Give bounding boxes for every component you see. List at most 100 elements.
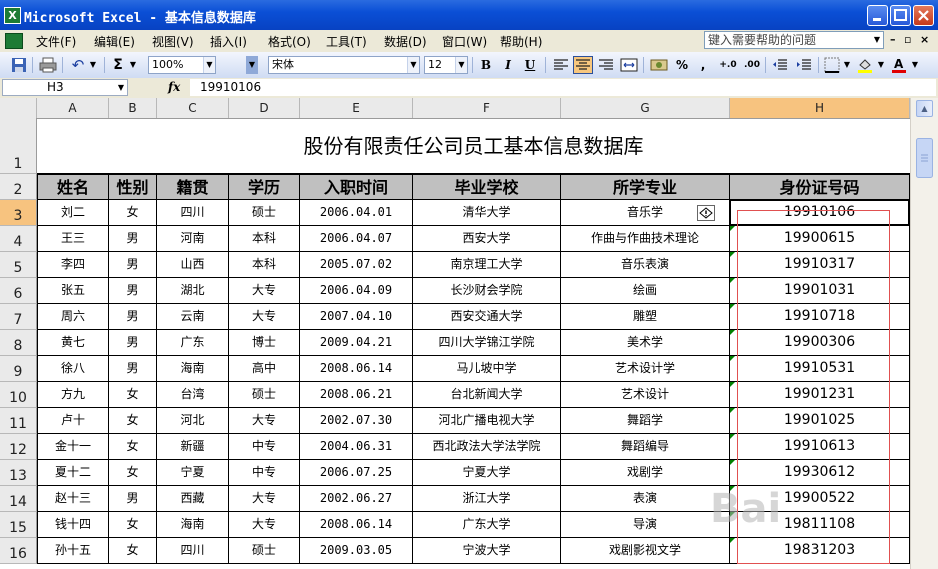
table-cell[interactable]: 19910317 xyxy=(730,252,910,278)
table-cell[interactable]: 男 xyxy=(109,278,157,304)
table-cell[interactable]: 大专 xyxy=(229,512,300,538)
table-cell[interactable]: 宁夏 xyxy=(157,460,229,486)
table-cell[interactable]: 河北广播电视大学 xyxy=(413,408,561,434)
table-cell[interactable]: 导演 xyxy=(561,512,730,538)
row-header-14[interactable]: 14 xyxy=(0,486,37,512)
table-cell[interactable]: 周六 xyxy=(37,304,109,330)
table-cell[interactable]: 张五 xyxy=(37,278,109,304)
font-color-icon[interactable]: A xyxy=(890,56,908,74)
table-cell[interactable]: 大专 xyxy=(229,278,300,304)
percent-button[interactable]: % xyxy=(674,56,690,74)
table-cell[interactable]: 2002.07.30 xyxy=(300,408,413,434)
table-cell[interactable]: 19900615 xyxy=(730,226,910,252)
column-header-c[interactable]: C xyxy=(157,98,229,118)
select-all-corner[interactable] xyxy=(0,98,37,118)
header-cell[interactable]: 所学专业 xyxy=(561,174,730,200)
font-name-select[interactable]: 宋体 ▼ xyxy=(268,56,420,74)
save-icon[interactable] xyxy=(10,56,28,74)
table-cell[interactable]: 台北新闻大学 xyxy=(413,382,561,408)
column-header-a[interactable]: A xyxy=(37,98,109,118)
sheet-title-cell[interactable]: 股份有限责任公司员工基本信息数据库 xyxy=(37,118,910,174)
row-header-6[interactable]: 6 xyxy=(0,278,37,304)
table-cell[interactable]: 山西 xyxy=(157,252,229,278)
fill-color-icon[interactable] xyxy=(856,56,874,74)
table-cell[interactable]: 西安大学 xyxy=(413,226,561,252)
table-cell[interactable]: 19811108 xyxy=(730,512,910,538)
autosum-dropdown-icon[interactable]: ▼ xyxy=(128,56,138,74)
row-header-15[interactable]: 15 xyxy=(0,512,37,538)
column-header-e[interactable]: E xyxy=(300,98,413,118)
table-cell[interactable]: 19900306 xyxy=(730,330,910,356)
header-cell[interactable]: 入职时间 xyxy=(300,174,413,200)
row-header-13[interactable]: 13 xyxy=(0,460,37,486)
table-cell[interactable]: 2009.04.21 xyxy=(300,330,413,356)
currency-icon[interactable] xyxy=(649,56,671,74)
table-cell[interactable]: 南京理工大学 xyxy=(413,252,561,278)
table-cell[interactable]: 2006.04.07 xyxy=(300,226,413,252)
menu-edit[interactable]: 编辑(E) xyxy=(94,33,135,50)
header-cell[interactable]: 籍贯 xyxy=(157,174,229,200)
table-cell[interactable]: 高中 xyxy=(229,356,300,382)
column-header-d[interactable]: D xyxy=(229,98,300,118)
doc-restore-icon[interactable]: ▫ xyxy=(904,33,911,46)
autosum-icon[interactable]: Σ xyxy=(110,56,126,74)
column-header-b[interactable]: B xyxy=(109,98,157,118)
table-cell[interactable]: 云南 xyxy=(157,304,229,330)
table-cell[interactable]: 绘画 xyxy=(561,278,730,304)
row-header-1[interactable]: 1 xyxy=(0,118,37,174)
table-cell[interactable]: 刘二 xyxy=(37,200,109,226)
table-cell[interactable]: 戏剧学 xyxy=(561,460,730,486)
table-cell[interactable]: 19910718 xyxy=(730,304,910,330)
table-cell[interactable]: 钱十四 xyxy=(37,512,109,538)
chevron-down-icon[interactable]: ▼ xyxy=(455,57,467,73)
table-cell[interactable]: 戏剧影视文学 xyxy=(561,538,730,564)
menu-insert[interactable]: 插入(I) xyxy=(210,33,247,50)
table-cell[interactable]: 西藏 xyxy=(157,486,229,512)
table-cell[interactable]: 西安交通大学 xyxy=(413,304,561,330)
table-cell[interactable]: 男 xyxy=(109,486,157,512)
align-right-icon[interactable] xyxy=(596,56,616,74)
table-cell[interactable]: 孙十五 xyxy=(37,538,109,564)
table-cell[interactable]: 19930612 xyxy=(730,460,910,486)
table-cell[interactable]: 19900522 xyxy=(730,486,910,512)
table-cell[interactable]: 19910106 xyxy=(730,200,910,226)
table-cell[interactable]: 海南 xyxy=(157,356,229,382)
table-cell[interactable]: 2008.06.21 xyxy=(300,382,413,408)
table-cell[interactable]: 西北政法大学法学院 xyxy=(413,434,561,460)
row-header-5[interactable]: 5 xyxy=(0,252,37,278)
table-cell[interactable]: 金十一 xyxy=(37,434,109,460)
row-header-12[interactable]: 12 xyxy=(0,434,37,460)
doc-minimize-icon[interactable]: – xyxy=(890,33,896,46)
table-cell[interactable]: 马儿坡中学 xyxy=(413,356,561,382)
table-cell[interactable]: 19901031 xyxy=(730,278,910,304)
menu-window[interactable]: 窗口(W) xyxy=(442,33,487,50)
font-size-select[interactable]: 12 ▼ xyxy=(424,56,468,74)
table-cell[interactable]: 作曲与作曲技术理论 xyxy=(561,226,730,252)
table-cell[interactable]: 2008.06.14 xyxy=(300,512,413,538)
table-cell[interactable]: 李四 xyxy=(37,252,109,278)
header-cell[interactable]: 姓名 xyxy=(37,174,109,200)
row-header-11[interactable]: 11 xyxy=(0,408,37,434)
table-cell[interactable]: 硕士 xyxy=(229,200,300,226)
decrease-decimal-icon[interactable]: .00 xyxy=(742,56,762,74)
name-box[interactable]: H3 ▼ xyxy=(2,79,128,96)
table-cell[interactable]: 舞蹈编导 xyxy=(561,434,730,460)
print-icon[interactable] xyxy=(38,56,58,74)
undo-icon[interactable]: ↶ xyxy=(68,56,88,74)
table-cell[interactable]: 中专 xyxy=(229,434,300,460)
fill-color-dropdown-icon[interactable]: ▼ xyxy=(876,56,886,74)
table-cell[interactable]: 19901231 xyxy=(730,382,910,408)
table-cell[interactable]: 2007.04.10 xyxy=(300,304,413,330)
table-cell[interactable]: 徐八 xyxy=(37,356,109,382)
table-cell[interactable]: 男 xyxy=(109,304,157,330)
decrease-indent-icon[interactable] xyxy=(770,56,790,74)
help-search-input[interactable]: 键入需要帮助的问题 ▼ xyxy=(704,31,884,49)
table-cell[interactable]: 河南 xyxy=(157,226,229,252)
table-cell[interactable]: 音乐表演 xyxy=(561,252,730,278)
row-header-8[interactable]: 8 xyxy=(0,330,37,356)
sheet-menu-icon[interactable] xyxy=(5,33,23,49)
table-cell[interactable]: 舞蹈学 xyxy=(561,408,730,434)
row-header-4[interactable]: 4 xyxy=(0,226,37,252)
column-header-h[interactable]: H xyxy=(730,98,910,118)
menu-view[interactable]: 视图(V) xyxy=(152,33,194,50)
